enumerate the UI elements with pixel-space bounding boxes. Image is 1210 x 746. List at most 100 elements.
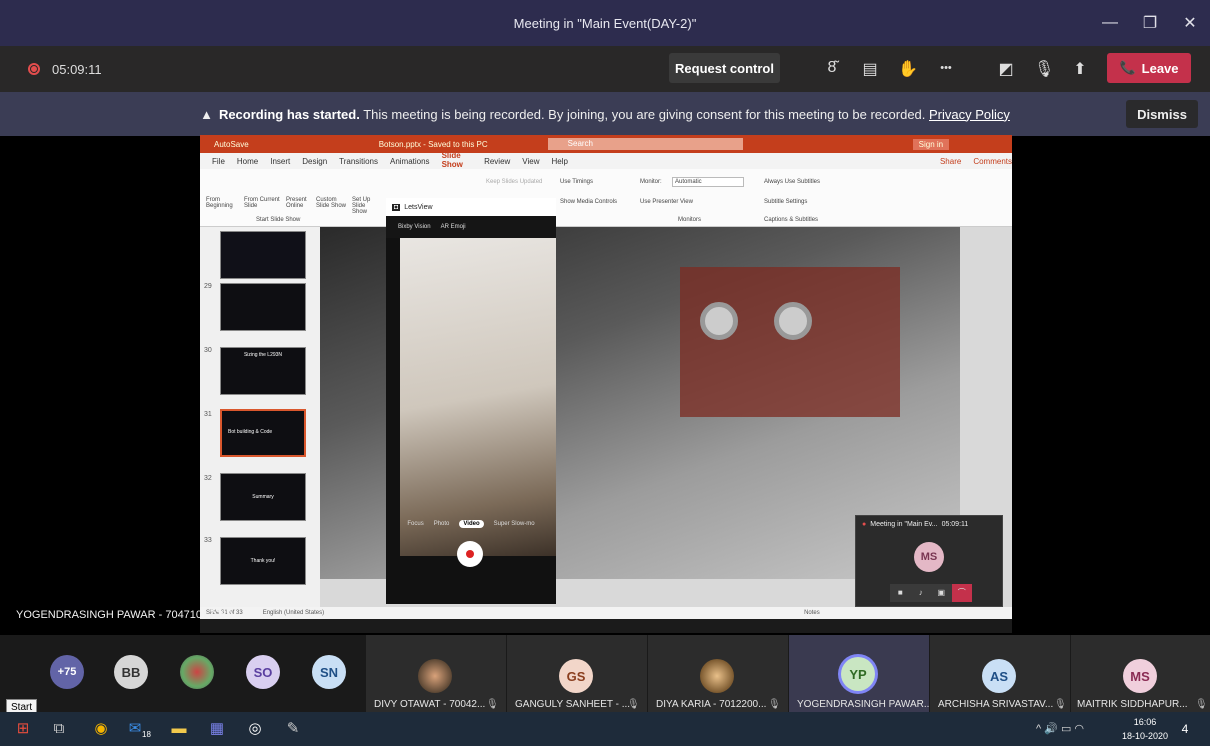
- system-tray[interactable]: ^ 🔊 ▭ ◠: [1036, 722, 1084, 735]
- windows-start-icon[interactable]: ⊞: [14, 720, 32, 738]
- autosave-label: AutoSave: [214, 139, 249, 149]
- menu-help[interactable]: Help: [552, 157, 568, 166]
- participants-icon[interactable]: 8͂: [822, 59, 842, 77]
- participant-card[interactable]: DIYA KARIA - 7012200... 🎙: [648, 635, 788, 712]
- group-start-label: Start Slide Show: [256, 217, 301, 223]
- slide-thumb-selected[interactable]: Bot building & Code: [220, 409, 306, 457]
- maximize-button[interactable]: ❐: [1130, 13, 1170, 33]
- from-current-button[interactable]: From Current Slide: [244, 197, 284, 209]
- file-explorer-icon[interactable]: ▬: [170, 720, 188, 738]
- mode-focus[interactable]: Focus: [407, 521, 423, 527]
- more-options-icon[interactable]: •••: [936, 62, 956, 74]
- slide-thumb[interactable]: Summary: [220, 473, 306, 521]
- participant-photo[interactable]: [180, 655, 214, 689]
- teams-icon[interactable]: ▦: [208, 720, 226, 738]
- minimize-button[interactable]: —: [1090, 14, 1130, 32]
- mode-slowmo[interactable]: Super Slow-mo: [494, 521, 535, 527]
- task-view-icon[interactable]: ⧉: [50, 720, 68, 738]
- mini-hangup-icon[interactable]: ⌒: [951, 584, 972, 602]
- mic-off-icon: 🎙: [486, 699, 499, 710]
- menu-insert[interactable]: Insert: [270, 157, 290, 166]
- menu-transitions[interactable]: Transitions: [339, 157, 378, 166]
- notes-button[interactable]: Notes: [804, 610, 820, 616]
- participant-card[interactable]: MS MAITRIK SIDDHAPUR... 🎙: [1071, 635, 1210, 712]
- paint-icon[interactable]: ✎: [284, 720, 302, 738]
- record-app-icon[interactable]: ◎: [246, 720, 264, 738]
- menu-animations[interactable]: Animations: [390, 157, 430, 166]
- ppt-search[interactable]: Search: [547, 138, 743, 150]
- ppt-comments-button[interactable]: Comments: [973, 157, 1012, 166]
- clock-time: 16:06: [1133, 717, 1157, 727]
- window-controls: — ❐ ✕: [1090, 0, 1210, 46]
- ppt-title-bar: AutoSave Botson.pptx - Saved to this PC …: [200, 135, 1012, 153]
- participant-name: ARCHISHA SRIVASTAV...: [938, 699, 1054, 710]
- from-beginning-button[interactable]: From Beginning: [206, 197, 242, 209]
- participant-avatar[interactable]: SO: [246, 655, 280, 689]
- setup-show-button[interactable]: Set Up Slide Show: [352, 197, 382, 215]
- sign-in-button[interactable]: Sign in: [912, 138, 950, 150]
- privacy-policy-link[interactable]: Privacy Policy: [929, 107, 1010, 122]
- mic-off-icon[interactable]: 🎙: [1034, 59, 1054, 79]
- mode-video[interactable]: Video: [459, 520, 484, 528]
- participant-overflow[interactable]: +75: [50, 655, 84, 689]
- slide-number: 30: [204, 347, 212, 354]
- chat-icon[interactable]: ▤: [860, 59, 880, 79]
- menu-design[interactable]: Design: [302, 157, 327, 166]
- bixby-tab[interactable]: Bixby Vision: [398, 224, 431, 230]
- slide-thumb[interactable]: [220, 231, 306, 279]
- window-title: Meeting in "Main Event(DAY-2)": [513, 15, 697, 31]
- notification-icon[interactable]: 4: [1176, 720, 1194, 738]
- menu-file[interactable]: File: [212, 157, 225, 166]
- participant-avatar[interactable]: SN: [312, 655, 346, 689]
- leave-button[interactable]: 📞 Leave: [1107, 53, 1191, 83]
- mini-mic-icon[interactable]: ♪: [911, 584, 932, 602]
- presenter-name: YOGENDRASINGH PAWAR - 70471017069: [16, 609, 233, 621]
- mini-meeting-window[interactable]: ● Meeting in "Main Ev... 05:09:11 MS ■ ♪…: [855, 515, 1003, 607]
- presenter-view-check[interactable]: Use Presenter View: [640, 199, 693, 205]
- dismiss-button[interactable]: Dismiss: [1126, 100, 1198, 128]
- recording-notice: ▲ Recording has started. This meeting is…: [0, 92, 1210, 136]
- mode-photo[interactable]: Photo: [434, 521, 450, 527]
- ppt-share-button[interactable]: Share: [940, 157, 961, 166]
- slide-thumb[interactable]: [220, 283, 306, 331]
- use-timings-check[interactable]: Use Timings: [560, 179, 593, 185]
- leave-label: Leave: [1141, 60, 1179, 76]
- close-button[interactable]: ✕: [1170, 13, 1210, 33]
- present-online-button[interactable]: Present Online: [286, 197, 316, 209]
- taskbar-clock[interactable]: 16:06 18-10-2020: [1122, 715, 1168, 743]
- slide-number: 29: [204, 283, 212, 290]
- subtitle-settings-button[interactable]: Subtitle Settings: [764, 199, 807, 205]
- share-tray-icon[interactable]: ⬆: [1070, 59, 1090, 79]
- record-button[interactable]: [457, 541, 483, 567]
- raise-hand-icon[interactable]: ✋: [898, 59, 918, 79]
- participant-name: MAITRIK SIDDHAPUR...: [1077, 699, 1188, 710]
- menu-home[interactable]: Home: [237, 157, 258, 166]
- mini-camera-icon[interactable]: ■: [890, 584, 911, 602]
- always-subtitles-check[interactable]: Always Use Subtitles: [764, 179, 820, 185]
- mic-off-icon: 🎙: [1054, 699, 1067, 710]
- slide-number: 33: [204, 537, 212, 544]
- letsview-titlebar: ◘ LetsView: [386, 198, 556, 216]
- menu-view[interactable]: View: [522, 157, 539, 166]
- ar-emoji-tab[interactable]: AR Emoji: [441, 224, 466, 230]
- menu-review[interactable]: Review: [484, 157, 510, 166]
- participant-card-speaking[interactable]: YP YOGENDRASINGH PAWAR...: [789, 635, 932, 712]
- participant-photo: [418, 659, 452, 693]
- participant-card[interactable]: DIVY OTAWAT - 70042... 🎙: [366, 635, 506, 712]
- monitor-select[interactable]: Automatic: [672, 177, 744, 187]
- menu-slide-show[interactable]: Slide Show: [441, 151, 473, 171]
- custom-show-button[interactable]: Custom Slide Show: [316, 197, 348, 209]
- mini-share-icon[interactable]: ▣: [931, 584, 952, 602]
- letsview-title: LetsView: [404, 203, 433, 211]
- slide-thumb[interactable]: Thank you!: [220, 537, 306, 585]
- camera-off-icon[interactable]: ◩: [996, 59, 1016, 79]
- keep-updated-check[interactable]: Keep Slides Updated: [486, 179, 542, 185]
- participant-avatar[interactable]: BB: [114, 655, 148, 689]
- chrome-icon[interactable]: ◉: [92, 720, 110, 738]
- group-monitors-label: Monitors: [678, 217, 702, 223]
- request-control-button[interactable]: Request control: [669, 53, 780, 83]
- slide-thumb[interactable]: Sizing the L293N: [220, 347, 306, 395]
- participant-card[interactable]: AS ARCHISHA SRIVASTAV... 🎙: [930, 635, 1070, 712]
- show-media-check[interactable]: Show Media Controls: [560, 199, 617, 205]
- participant-card[interactable]: GS GANGULY SANHEET - ... 🎙: [507, 635, 647, 712]
